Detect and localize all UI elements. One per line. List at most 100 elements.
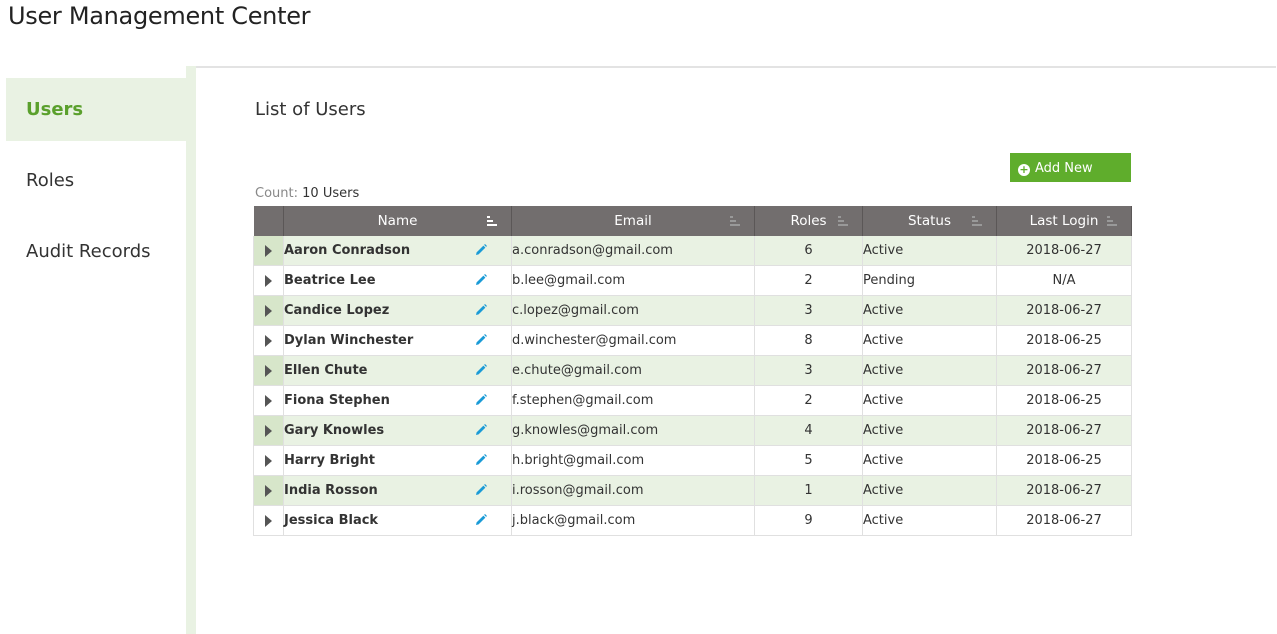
last-login-cell: 2018-06-27 xyxy=(996,475,1132,506)
caret-right-icon xyxy=(265,394,272,407)
user-name: India Rosson xyxy=(284,483,378,498)
pencil-icon[interactable] xyxy=(475,304,487,316)
sort-icon[interactable] xyxy=(487,216,497,226)
pencil-icon[interactable] xyxy=(475,334,487,346)
last-login-cell: 2018-06-25 xyxy=(996,385,1132,416)
expand-row-toggle[interactable] xyxy=(253,295,284,326)
column-header-label: Email xyxy=(614,213,652,229)
caret-right-icon xyxy=(265,454,272,467)
user-name: Fiona Stephen xyxy=(284,393,390,408)
roles-cell: 5 xyxy=(754,445,863,476)
pencil-icon[interactable] xyxy=(475,244,487,256)
table-header-row: Name Email Roles Status Last Login xyxy=(253,206,1132,236)
column-header-status[interactable]: Status xyxy=(862,206,997,236)
pencil-icon[interactable] xyxy=(475,394,487,406)
expand-row-toggle[interactable] xyxy=(253,355,284,386)
pencil-icon[interactable] xyxy=(475,274,487,286)
table-row: Jessica Black j.black@gmail.com 9 Active 201… xyxy=(253,505,1132,536)
user-count: Count: 10 Users xyxy=(255,186,359,201)
column-header-label: Roles xyxy=(790,213,827,229)
last-login-cell: 2018-06-27 xyxy=(996,355,1132,386)
email-cell: e.chute@gmail.com xyxy=(511,355,755,386)
name-cell: Fiona Stephen xyxy=(283,385,512,416)
last-login-cell: 2018-06-27 xyxy=(996,415,1132,446)
page-title: List of Users xyxy=(255,99,366,120)
table-row: Dylan Winchester d.winchester@gmail.com 8 A… xyxy=(253,325,1132,356)
table-row: Fiona Stephen f.stephen@gmail.com 2 Active 2… xyxy=(253,385,1132,416)
pencil-icon[interactable] xyxy=(475,424,487,436)
name-cell: Ellen Chute xyxy=(283,355,512,386)
expand-row-toggle[interactable] xyxy=(253,385,284,416)
status-cell: Active xyxy=(862,385,997,416)
pencil-icon[interactable] xyxy=(475,364,487,376)
expand-row-toggle[interactable] xyxy=(253,505,284,536)
user-name: Gary Knowles xyxy=(284,423,385,438)
sort-icon[interactable] xyxy=(838,216,848,226)
header-divider xyxy=(186,66,1276,68)
roles-cell: 2 xyxy=(754,385,863,416)
expand-row-toggle[interactable] xyxy=(253,236,284,266)
expand-row-toggle[interactable] xyxy=(253,445,284,476)
status-cell: Active xyxy=(862,295,997,326)
sidebar-item-roles[interactable]: Roles xyxy=(6,149,186,212)
column-header-email[interactable]: Email xyxy=(511,206,755,236)
table-row: India Rosson i.rosson@gmail.com 1 Active 201… xyxy=(253,475,1132,506)
column-header-roles[interactable]: Roles xyxy=(754,206,863,236)
status-cell: Active xyxy=(862,355,997,386)
sidebar-divider xyxy=(186,66,196,634)
column-header-label: Status xyxy=(907,213,952,229)
status-cell: Active xyxy=(862,415,997,446)
sort-icon[interactable] xyxy=(972,216,982,226)
roles-cell: 3 xyxy=(754,355,863,386)
expand-row-toggle[interactable] xyxy=(253,325,284,356)
last-login-cell: 2018-06-25 xyxy=(996,325,1132,356)
user-name: Harry Bright xyxy=(284,453,376,468)
roles-cell: 1 xyxy=(754,475,863,506)
last-login-cell: 2018-06-25 xyxy=(996,445,1132,476)
roles-cell: 4 xyxy=(754,415,863,446)
name-cell: Aaron Conradson xyxy=(283,236,512,266)
expand-column-header xyxy=(253,206,284,236)
roles-cell: 6 xyxy=(754,236,863,266)
count-value: 10 Users xyxy=(302,186,360,201)
sort-icon[interactable] xyxy=(1107,216,1117,226)
user-name: Candice Lopez xyxy=(284,303,390,318)
name-cell: Jessica Black xyxy=(283,505,512,536)
last-login-cell: 2018-06-27 xyxy=(996,295,1132,326)
expand-row-toggle[interactable] xyxy=(253,415,284,446)
caret-right-icon xyxy=(265,244,272,257)
caret-right-icon xyxy=(265,304,272,317)
user-name: Ellen Chute xyxy=(284,363,368,378)
expand-row-toggle[interactable] xyxy=(253,265,284,296)
caret-right-icon xyxy=(265,514,272,527)
pencil-icon[interactable] xyxy=(475,484,487,496)
email-cell: f.stephen@gmail.com xyxy=(511,385,755,416)
roles-cell: 3 xyxy=(754,295,863,326)
caret-right-icon xyxy=(265,274,272,287)
status-cell: Pending xyxy=(862,265,997,296)
sort-icon[interactable] xyxy=(730,216,740,226)
sidebar-item-users[interactable]: Users xyxy=(6,78,186,141)
name-cell: Gary Knowles xyxy=(283,415,512,446)
name-cell: India Rosson xyxy=(283,475,512,506)
email-cell: c.lopez@gmail.com xyxy=(511,295,755,326)
table-row: Gary Knowles g.knowles@gmail.com 4 Active 20… xyxy=(253,415,1132,446)
column-header-last-login[interactable]: Last Login xyxy=(996,206,1132,236)
table-row: Candice Lopez c.lopez@gmail.com 3 Active 201… xyxy=(253,295,1132,326)
table-row: Harry Bright h.bright@gmail.com 5 Active 201… xyxy=(253,445,1132,476)
pencil-icon[interactable] xyxy=(475,514,487,526)
column-header-name[interactable]: Name xyxy=(283,206,512,236)
last-login-cell: N/A xyxy=(996,265,1132,296)
add-user-button[interactable]: + Add New User xyxy=(1010,153,1131,205)
count-label: Count: xyxy=(255,186,298,201)
name-cell: Beatrice Lee xyxy=(283,265,512,296)
sidebar-item-audit-records[interactable]: Audit Records xyxy=(6,220,186,283)
last-login-cell: 2018-06-27 xyxy=(996,505,1132,536)
last-login-cell: 2018-06-27 xyxy=(996,236,1132,266)
pencil-icon[interactable] xyxy=(475,454,487,466)
column-header-label: Name xyxy=(377,213,418,229)
expand-row-toggle[interactable] xyxy=(253,475,284,506)
status-cell: Active xyxy=(862,445,997,476)
roles-cell: 9 xyxy=(754,505,863,536)
column-header-label: Last Login xyxy=(1029,213,1099,229)
